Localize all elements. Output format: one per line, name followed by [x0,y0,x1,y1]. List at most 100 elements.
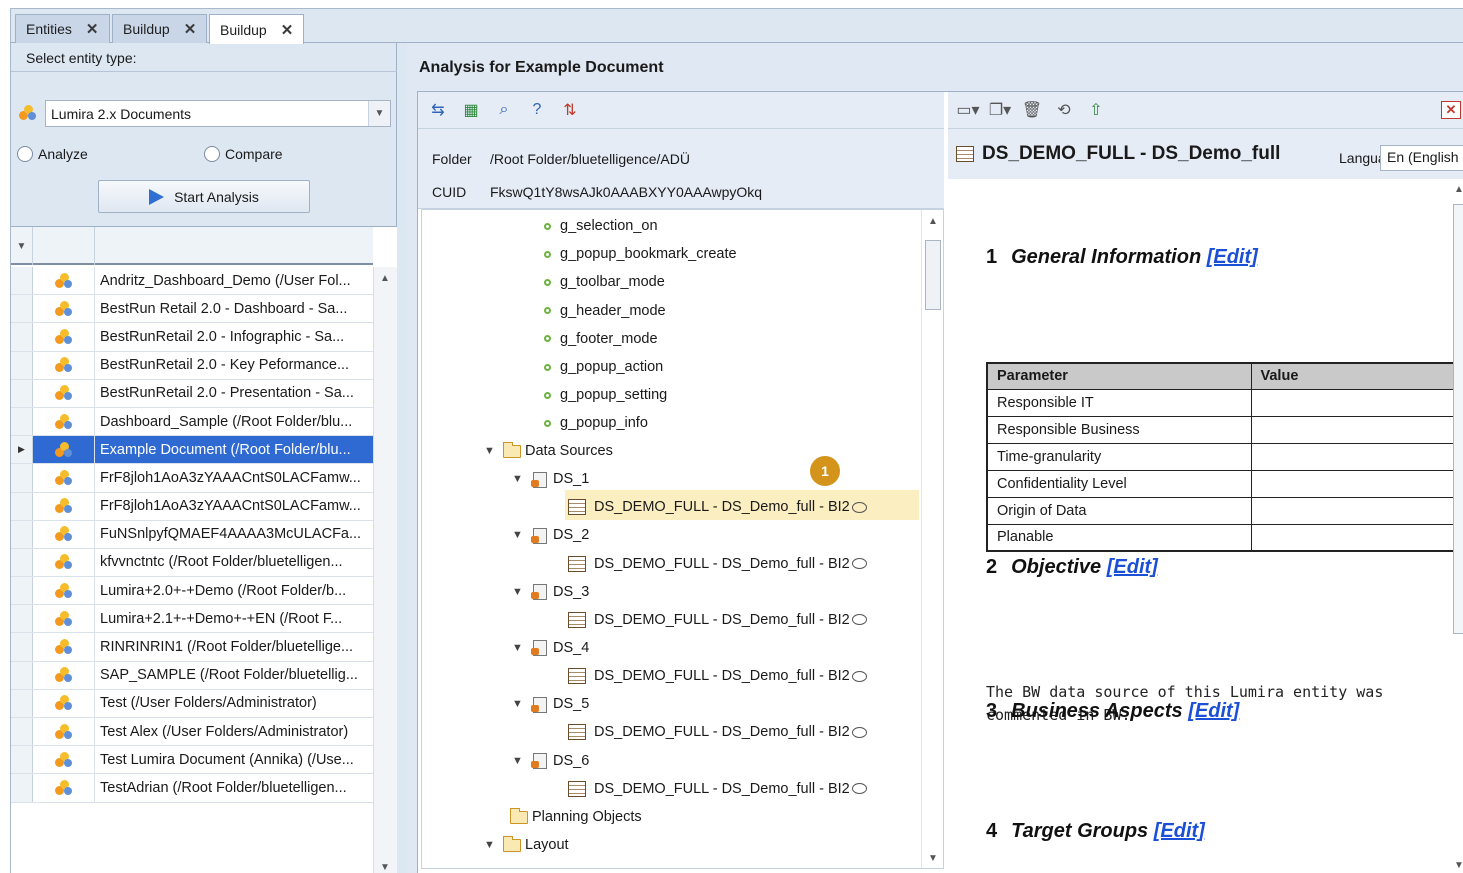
copy-dropdown-icon[interactable]: ❐▾ [988,99,1012,121]
tree-node-variable[interactable]: g_popup_setting [544,383,667,407]
close-icon[interactable]: ✕ [281,21,294,39]
start-analysis-button[interactable]: Start Analysis [98,180,310,213]
table-row[interactable]: BestRunRetail 2.0 - Key Peformance... [11,351,373,380]
row-indicator[interactable] [11,323,33,351]
row-indicator[interactable] [11,689,33,717]
tree-node-data-source[interactable]: ▼ DS_6 [512,749,589,773]
swap-icon[interactable]: ⇆ [426,99,450,121]
table-row[interactable]: BestRunRetail 2.0 - Infographic - Sa... [11,323,373,352]
value-cell[interactable] [1250,442,1454,471]
tree-node-data-source[interactable]: ▼ DS_3 [512,580,589,604]
chevron-down-icon[interactable]: ▼ [512,642,523,654]
close-icon[interactable]: ✕ [1441,101,1461,119]
table-row[interactable]: BestRunRetail 2.0 - Presentation - Sa... [11,379,373,408]
chevron-down-icon[interactable]: ▼ [512,529,523,541]
upload-icon[interactable]: ⇧ [1084,99,1108,121]
table-row[interactable]: TestAdrian (/Root Folder/bluetelligen... [11,774,373,803]
scroll-down-icon[interactable]: ▼ [928,853,938,864]
tree-node-variable[interactable]: g_header_mode [544,299,666,323]
tree-node-data-source[interactable]: ▼ DS_5 [512,692,589,716]
analyze-radio[interactable]: Analyze [17,146,88,162]
edit-link[interactable]: [Edit] [1154,820,1205,842]
tree-node-query[interactable]: DS_DEMO_FULL - DS_Demo_full - BI2 [568,495,867,519]
table-row[interactable]: FuNSnlpyfQMAEF4AAAA3McULACFa... [11,520,373,549]
chevron-down-icon[interactable]: ▼ [484,839,495,851]
tree-node-query[interactable]: DS_DEMO_FULL - DS_Demo_full - BI2 [568,608,867,632]
tree-node-data-sources[interactable]: ▼ Data Sources [484,439,613,463]
comment-icon[interactable] [851,614,867,626]
tree-node-data-source[interactable]: ▼ DS_2 [512,523,589,547]
scroll-up-icon[interactable]: ▲ [380,273,390,284]
row-indicator[interactable] [11,295,33,323]
row-indicator[interactable] [11,718,33,746]
close-icon[interactable]: ✕ [86,20,99,38]
row-indicator[interactable] [11,520,33,548]
delete-icon[interactable]: 🗑 [1020,99,1044,121]
table-row[interactable]: Test (/User Folders/Administrator) [11,689,373,718]
value-cell[interactable] [1250,388,1454,417]
row-indicator[interactable] [11,605,33,633]
scroll-up-icon[interactable]: ▲ [928,216,938,227]
language-select[interactable]: En (English [1380,145,1463,171]
table-row[interactable]: FrF8jloh1AoA3zYAAACntS0LACFamw... [11,464,373,493]
tree-node-data-source[interactable]: ▼ DS_1 [512,467,589,491]
row-indicator[interactable] [11,548,33,577]
row-indicator[interactable]: ▶ [11,436,33,464]
grid-scrollbar[interactable]: ▲ ▼ [373,267,397,873]
value-cell[interactable] [1250,415,1454,444]
tree-node-data-source[interactable]: ▼ DS_4 [512,636,589,660]
edit-link[interactable]: [Edit] [1107,556,1158,578]
tree-node-layout[interactable]: ▼ Layout [484,833,569,857]
table-row[interactable]: Dashboard_Sample (/Root Folder/blu... [11,407,373,437]
edit-link[interactable]: [Edit] [1207,246,1258,268]
row-indicator[interactable] [11,267,33,295]
scroll-thumb[interactable] [1453,204,1463,634]
tree-scrollbar[interactable]: ▲ ▼ [921,210,943,868]
comment-icon[interactable] [851,670,867,682]
tree-node-variable[interactable]: g_popup_info [544,411,648,435]
comment-icon[interactable] [851,726,867,738]
comment-icon[interactable] [851,501,867,513]
export-excel-icon[interactable]: ▦ [459,99,483,121]
table-row[interactable]: FrF8jloh1AoA3zYAAACntS0LACFamw... [11,492,373,521]
tab-buildup-1[interactable]: Buildup ✕ [112,14,208,43]
chevron-down-icon[interactable]: ▼ [368,101,390,126]
table-row[interactable]: BestRun Retail 2.0 - Dashboard - Sa... [11,295,373,324]
row-indicator[interactable] [11,577,33,605]
value-cell[interactable] [1250,469,1454,498]
table-row[interactable]: Lumira+2.1+-+Demo+-+EN (/Root F... [11,605,373,634]
close-icon[interactable]: ✕ [184,20,197,38]
grid-header-icon-column[interactable] [33,227,95,265]
chevron-down-icon[interactable]: ▼ [512,473,523,485]
help-icon[interactable]: ? [525,99,549,121]
tree-node-query[interactable]: DS_DEMO_FULL - DS_Demo_full - BI2 [568,720,867,744]
row-indicator[interactable] [11,774,33,802]
history-icon[interactable]: ⟲ [1052,99,1076,121]
row-indicator[interactable] [11,407,33,436]
chevron-down-icon[interactable]: ▼ [512,698,523,710]
tree-node-variable[interactable]: g_footer_mode [544,327,658,351]
filter-icon[interactable]: ▼ [11,227,33,265]
row-indicator[interactable] [11,492,33,520]
value-cell[interactable] [1250,523,1454,552]
tree-node-variable[interactable]: g_selection_on [544,214,658,238]
entity-type-select[interactable]: Lumira 2.x Documents ▼ [45,100,391,127]
tab-buildup-2[interactable]: Buildup ✕ [209,14,305,44]
refresh-icon[interactable]: ⇅ [558,99,582,121]
table-row[interactable]: Andritz_Dashboard_Demo (/User Fol... [11,267,373,296]
tree-node-variable[interactable]: g_toolbar_mode [544,270,665,294]
table-row[interactable]: kfvvnctntc (/Root Folder/bluetelligen... [11,548,373,578]
tab-entities[interactable]: Entities ✕ [15,14,110,43]
table-row[interactable]: Test Alex (/User Folders/Administrator) [11,718,373,747]
tree-node-planning-objects[interactable]: Planning Objects [510,805,642,829]
chevron-down-icon[interactable]: ▼ [512,755,523,767]
scroll-down-icon[interactable]: ▼ [380,862,390,873]
scroll-thumb[interactable] [925,240,941,310]
scroll-down-icon[interactable]: ▼ [1454,860,1463,871]
scroll-up-icon[interactable]: ▲ [1454,184,1463,195]
table-row[interactable]: SAP_SAMPLE (/Root Folder/bluetellig... [11,661,373,690]
chevron-down-icon[interactable]: ▼ [512,586,523,598]
comment-icon[interactable] [851,558,867,569]
row-indicator[interactable] [11,661,33,689]
table-row[interactable]: ▶ Example Document (/Root Folder/blu... [11,436,373,465]
